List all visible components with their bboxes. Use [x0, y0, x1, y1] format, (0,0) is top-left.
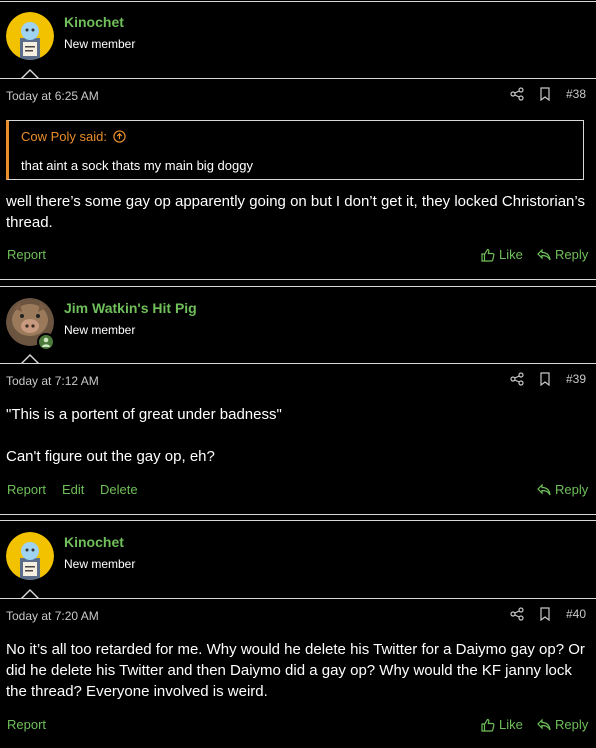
reply-label: Reply [555, 717, 589, 732]
post-actions: Report Like Reply [0, 715, 596, 735]
reply-arrow-icon [537, 718, 551, 730]
divider [0, 1, 596, 2]
quote-text: that aint a sock thats my main big doggy [21, 158, 253, 173]
share-icon[interactable] [510, 607, 524, 621]
post-number[interactable]: #38 [566, 87, 586, 101]
reply-label: Reply [555, 482, 589, 497]
username[interactable]: Kinochet [64, 534, 124, 550]
reply-button[interactable]: Reply [537, 247, 588, 262]
quote-author-label: Cow Poly said: [21, 129, 107, 144]
avatar[interactable] [6, 12, 54, 60]
header-separator [0, 363, 596, 364]
post-meta: Today at 7:12 AM #39 [0, 371, 596, 391]
report-link[interactable]: Report [7, 717, 46, 732]
post-38: Kinochet New member Today at 6:25 AM #38… [0, 0, 596, 282]
post-40: Kinochet New member Today at 7:20 AM #40… [0, 520, 596, 748]
reply-arrow-icon [537, 483, 551, 495]
post-number[interactable]: #39 [566, 372, 586, 386]
reply-button[interactable]: Reply [537, 717, 588, 732]
online-user-icon [37, 333, 55, 351]
like-label: Like [499, 717, 523, 732]
timestamp[interactable]: Today at 6:25 AM [6, 89, 99, 103]
post-number[interactable]: #40 [566, 607, 586, 621]
user-title: New member [64, 557, 136, 571]
divider [0, 286, 596, 287]
divider [0, 514, 596, 515]
thumbs-up-icon [481, 248, 495, 262]
username[interactable]: Jim Watkin's Hit Pig [64, 300, 197, 316]
post-body: well there’s some gay op apparently goin… [6, 193, 585, 231]
quote-author[interactable]: Cow Poly said: [21, 129, 126, 144]
delete-link[interactable]: Delete [100, 482, 138, 497]
bookmark-icon[interactable] [538, 87, 552, 101]
post-actions: Report Like Reply [0, 245, 596, 265]
username[interactable]: Kinochet [64, 14, 124, 30]
header-separator [0, 78, 596, 79]
user-title: New member [64, 323, 136, 337]
post-39: Jim Watkin's Hit Pig New member Today at… [0, 286, 596, 516]
report-link[interactable]: Report [7, 247, 46, 262]
post-meta: Today at 6:25 AM #38 [0, 86, 596, 106]
reply-label: Reply [555, 247, 589, 262]
like-button[interactable]: Like [481, 247, 523, 262]
bookmark-icon[interactable] [538, 607, 552, 621]
edit-link[interactable]: Edit [62, 482, 84, 497]
avatar[interactable] [6, 532, 54, 580]
header-separator [0, 598, 596, 599]
like-button[interactable]: Like [481, 717, 523, 732]
reply-button[interactable]: Reply [537, 482, 588, 497]
timestamp[interactable]: Today at 7:12 AM [6, 374, 99, 388]
share-icon[interactable] [510, 372, 524, 386]
post-body: No it’s all too retarded for me. Why wou… [6, 641, 585, 700]
circle-arrow-up-icon[interactable] [113, 130, 126, 143]
divider [0, 520, 596, 521]
post-actions: Report Edit Delete Reply [0, 480, 596, 500]
post-body-line: "This is a portent of great under badnes… [6, 406, 282, 423]
thumbs-up-icon [481, 718, 495, 732]
post-meta: Today at 7:20 AM #40 [0, 606, 596, 626]
user-title: New member [64, 37, 136, 51]
like-label: Like [499, 247, 523, 262]
divider [0, 279, 596, 280]
reply-arrow-icon [537, 248, 551, 260]
share-icon[interactable] [510, 87, 524, 101]
quote-block: Cow Poly said: that aint a sock thats my… [6, 120, 584, 180]
bookmark-icon[interactable] [538, 372, 552, 386]
report-link[interactable]: Report [7, 482, 46, 497]
timestamp[interactable]: Today at 7:20 AM [6, 609, 99, 623]
post-body-line: Can't figure out the gay op, eh? [6, 448, 215, 465]
